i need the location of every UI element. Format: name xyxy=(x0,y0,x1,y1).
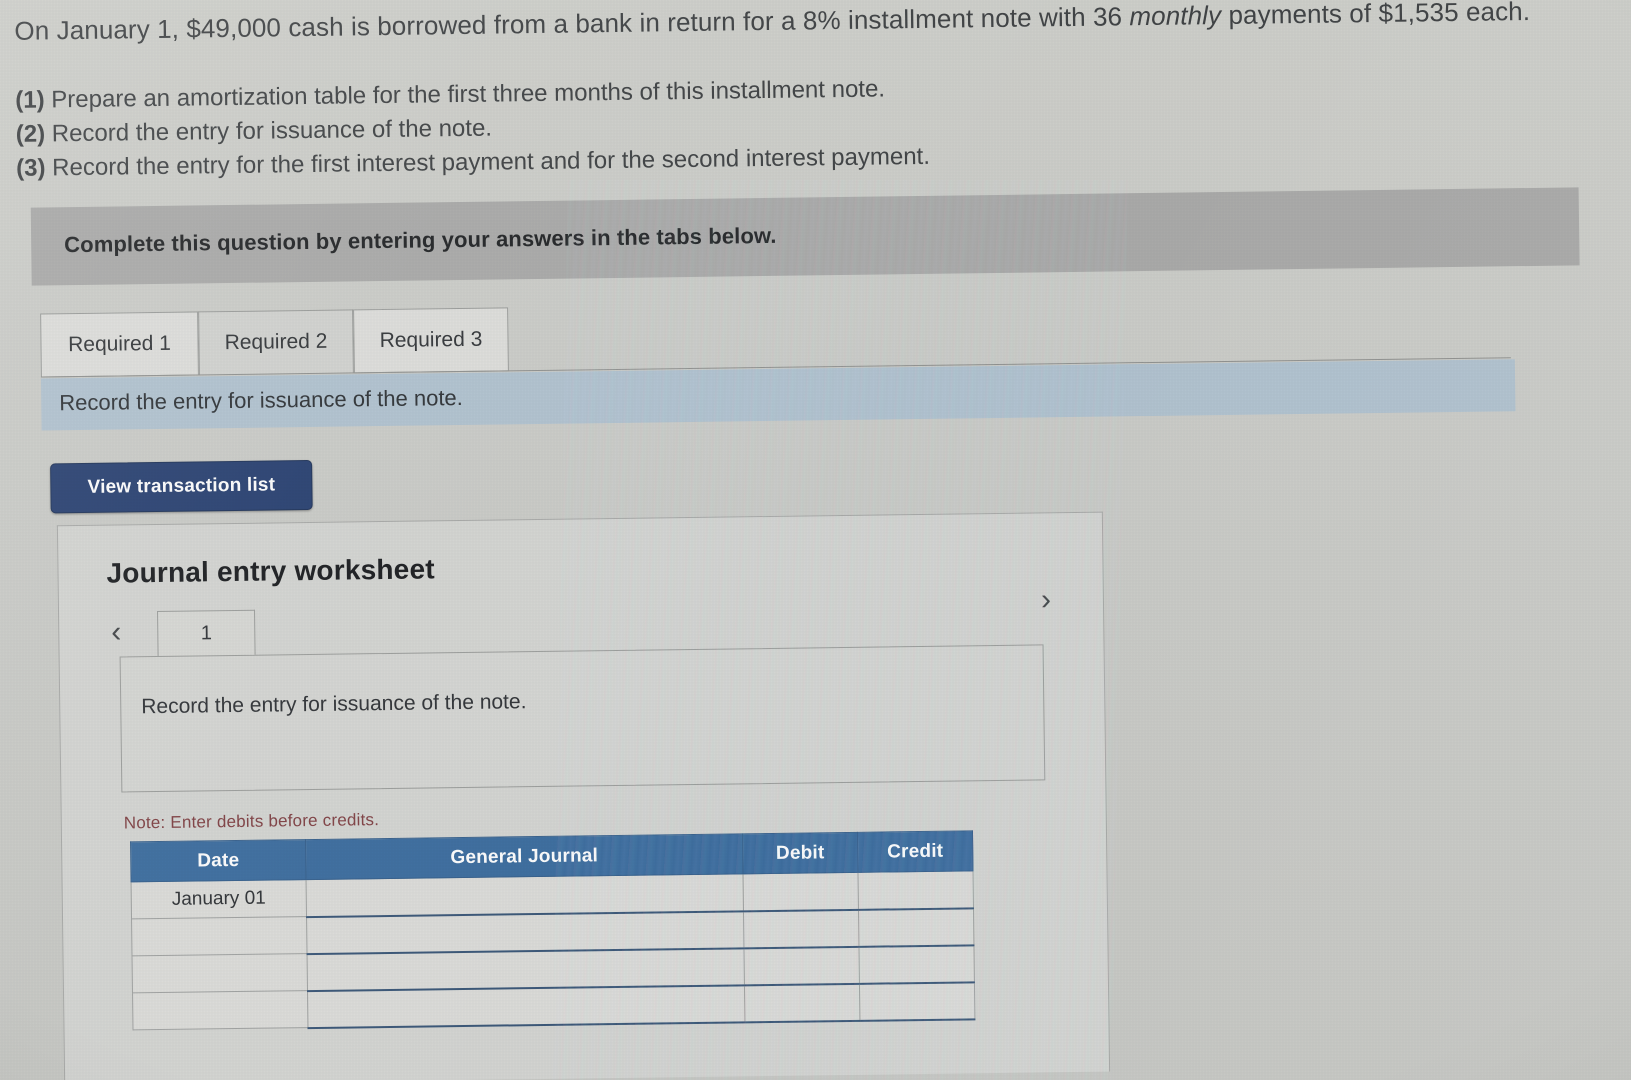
tab-required-1[interactable]: Required 1 xyxy=(40,311,199,378)
chevron-left-icon[interactable]: ‹ xyxy=(111,615,122,649)
cell-general-journal[interactable] xyxy=(307,947,745,991)
cell-debit[interactable] xyxy=(743,946,860,985)
instruction-banner-text: Complete this question by entering your … xyxy=(64,222,777,258)
problem-statement-part1: On January 1, $49,000 cash is borrowed f… xyxy=(14,1,1130,46)
problem-statement: On January 1, $49,000 cash is borrowed f… xyxy=(14,0,1604,47)
problem-statement-part2: payments of $1,535 each. xyxy=(1220,0,1531,31)
requirement-number: (2) xyxy=(15,120,46,148)
requirement-number: (3) xyxy=(16,154,46,182)
journal-entry-worksheet-panel: Journal entry worksheet ‹ › 1 Record the… xyxy=(56,511,1111,1080)
subheader-text: Record the entry for issuance of the not… xyxy=(59,384,463,416)
cell-credit[interactable] xyxy=(859,981,975,1021)
column-header-debit: Debit xyxy=(742,832,858,874)
debits-before-credits-note: Note: Enter debits before credits. xyxy=(123,810,380,833)
cell-date[interactable]: January 01 xyxy=(131,879,307,919)
tab-required-3-label: Required 3 xyxy=(379,327,483,353)
column-header-general-journal: General Journal xyxy=(305,833,744,880)
cell-general-journal[interactable] xyxy=(306,910,744,954)
tab-required-3[interactable]: Required 3 xyxy=(353,307,509,374)
cell-credit[interactable] xyxy=(857,870,974,910)
cell-date[interactable] xyxy=(132,953,308,993)
problem-statement-italic: monthly xyxy=(1129,0,1222,32)
cell-credit[interactable] xyxy=(858,944,975,984)
tab-required-1-label: Required 1 xyxy=(67,331,172,357)
entry-tab-1[interactable]: 1 xyxy=(157,609,256,657)
requirement-number: (1) xyxy=(15,86,45,114)
tab-required-2[interactable]: Required 2 xyxy=(198,309,354,376)
column-header-date: Date xyxy=(130,839,307,882)
entry-tab-1-label: 1 xyxy=(200,622,213,645)
cell-debit[interactable] xyxy=(744,983,860,1022)
chevron-right-icon[interactable]: › xyxy=(1040,583,1052,617)
screen-content: On January 1, $49,000 cash is borrowed f… xyxy=(0,0,1631,1080)
cell-debit[interactable] xyxy=(743,909,859,948)
requirement-text: Prepare an amortization table for the fi… xyxy=(44,75,886,114)
worksheet-description-text: Record the entry for issuance of the not… xyxy=(141,690,527,719)
photographed-screen: On January 1, $49,000 cash is borrowed f… xyxy=(0,0,1631,1080)
cell-general-journal[interactable] xyxy=(306,873,744,917)
column-header-credit: Credit xyxy=(857,830,973,873)
cell-debit[interactable] xyxy=(743,872,859,911)
cell-general-journal[interactable] xyxy=(307,984,745,1028)
journal-entry-table: Date General Journal Debit Credit Januar… xyxy=(130,830,975,1031)
worksheet-description-box: Record the entry for issuance of the not… xyxy=(119,644,1046,793)
worksheet-title: Journal entry worksheet xyxy=(106,553,435,589)
tab-required-2-label: Required 2 xyxy=(224,329,328,355)
chevron-right-glyph: › xyxy=(1040,583,1052,617)
view-transaction-list-button[interactable]: View transaction list xyxy=(50,459,313,514)
cell-credit[interactable] xyxy=(858,907,974,947)
chevron-left-glyph: ‹ xyxy=(111,615,122,649)
instruction-banner: Complete this question by entering your … xyxy=(30,187,1580,286)
requirement-text: Record the entry for issuance of the not… xyxy=(44,114,493,148)
requirements-list: (1) Prepare an amortization table for th… xyxy=(15,68,1216,186)
cell-date[interactable] xyxy=(132,990,308,1030)
cell-date[interactable] xyxy=(131,916,308,956)
view-transaction-list-label: View transaction list xyxy=(87,474,276,498)
